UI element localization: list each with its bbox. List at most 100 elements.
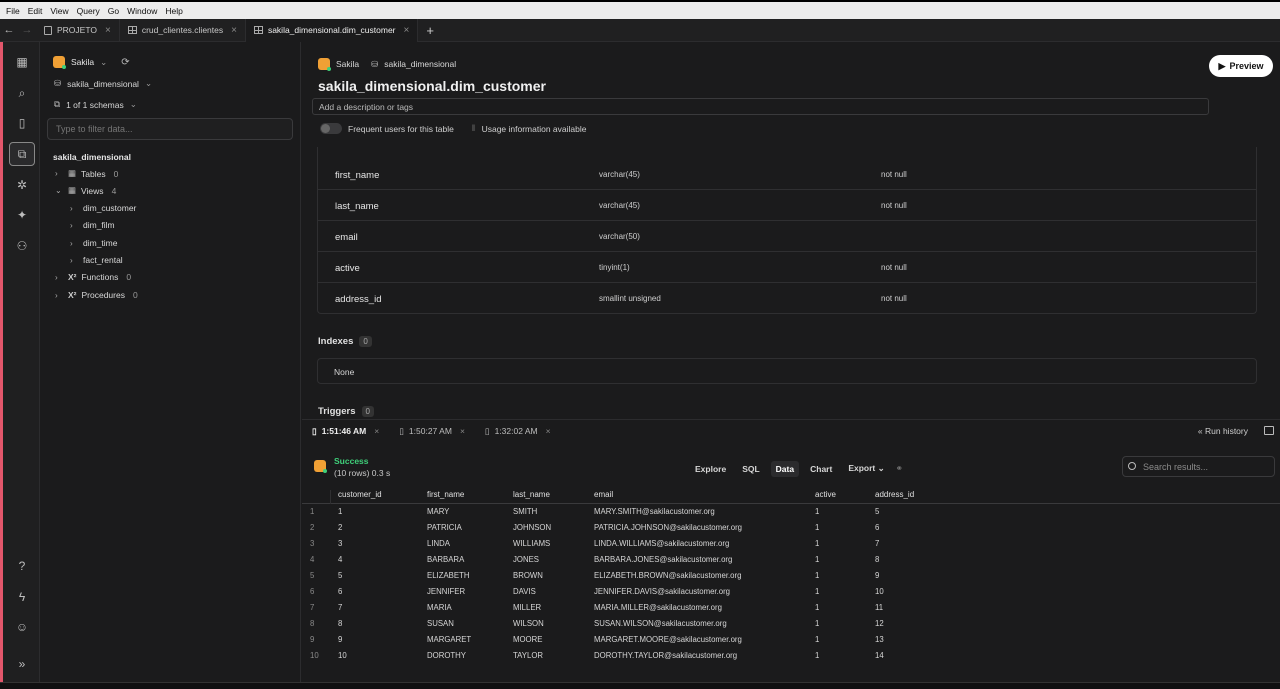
sparkle-ai-icon[interactable]: ✦ <box>9 203 35 227</box>
cell[interactable]: 8 <box>875 555 879 564</box>
cell[interactable]: 3 <box>338 539 342 548</box>
cell[interactable]: DOROTHY <box>427 651 466 660</box>
cell[interactable]: 5 <box>338 571 342 580</box>
add-user-icon[interactable]: ⚇ <box>9 234 35 258</box>
schema-tree-icon[interactable]: ⧉ <box>9 142 35 166</box>
grid-header-cell[interactable]: customer_id <box>338 490 382 499</box>
tab-chart[interactable]: Chart <box>805 461 837 477</box>
cell[interactable]: 1 <box>815 555 819 564</box>
table-row[interactable]: 1 1 MARY SMITH MARY.SMITH@sakilacustomer.org… <box>302 507 1280 523</box>
cell[interactable]: 9 <box>338 635 342 644</box>
integrations-icon[interactable]: ✲ <box>9 173 35 197</box>
close-icon[interactable]: × <box>374 426 379 436</box>
table-row[interactable]: 7 7 MARIA MILLER MARIA.MILLER@sakilacustomer… <box>302 603 1280 619</box>
breadcrumb-database[interactable]: sakila_dimensional <box>384 59 456 69</box>
connection-selector[interactable]: Sakila ⌄ ⟳ <box>53 56 130 69</box>
tree-views[interactable]: ⌄ ▦ Views 4 <box>55 185 116 196</box>
document-icon[interactable]: ▯ <box>9 111 35 135</box>
table-row[interactable]: 9 9 MARGARET MOORE MARGARET.MOORE@sakilacust… <box>302 635 1280 651</box>
avatar[interactable]: ☺ <box>9 615 35 639</box>
cell[interactable]: 7 <box>875 539 879 548</box>
description-field[interactable]: Add a description or tags <box>312 98 1209 115</box>
menu-file[interactable]: File <box>6 6 20 16</box>
cell[interactable]: LINDA.WILLIAMS@sakilacustomer.org <box>594 539 729 548</box>
export-dropdown[interactable]: Export ⌄ <box>843 460 889 477</box>
cell[interactable]: MOORE <box>513 635 542 644</box>
close-icon[interactable]: × <box>546 426 551 436</box>
menu-edit[interactable]: Edit <box>28 6 43 16</box>
cell[interactable]: 1 <box>815 651 819 660</box>
tree-view-dim-film[interactable]: › dim_film <box>70 220 115 230</box>
cell[interactable]: 10 <box>338 651 347 660</box>
menu-view[interactable]: View <box>50 6 68 16</box>
cell[interactable]: PATRICIA <box>427 523 462 532</box>
cell[interactable]: DAVIS <box>513 587 536 596</box>
tab-crud-clientes[interactable]: crud_clientes.clientes × <box>120 18 246 42</box>
tab-sql[interactable]: SQL <box>737 461 764 477</box>
cell[interactable]: SUSAN <box>427 619 454 628</box>
database-selector[interactable]: ⛁ sakila_dimensional ⌄ <box>54 78 152 89</box>
grid-header-cell[interactable]: active <box>815 490 836 499</box>
cell[interactable]: 1 <box>815 571 819 580</box>
menu-help[interactable]: Help <box>165 6 182 16</box>
cell[interactable]: JONES <box>513 555 539 564</box>
panel-toggle-icon[interactable] <box>1264 426 1274 435</box>
breadcrumb-connection[interactable]: Sakila <box>336 59 359 69</box>
table-row[interactable]: 3 3 LINDA WILLIAMS LINDA.WILLIAMS@sakilacust… <box>302 539 1280 555</box>
lightning-icon[interactable]: ϟ <box>9 585 35 609</box>
tab-dim-customer[interactable]: sakila_dimensional.dim_customer × <box>245 18 419 42</box>
cell[interactable]: 7 <box>338 603 342 612</box>
cell[interactable]: 10 <box>875 587 884 596</box>
table-row[interactable]: 10 10 DOROTHY TAYLOR DOROTHY.TAYLOR@sakilacu… <box>302 651 1280 667</box>
close-icon[interactable]: × <box>404 25 410 36</box>
tree-view-fact-rental[interactable]: › fact_rental <box>70 255 123 265</box>
cell[interactable]: 2 <box>338 523 342 532</box>
cell[interactable]: MARIA <box>427 603 452 612</box>
result-tab-2[interactable]: ▯ 1:50:27 AM × <box>389 420 475 442</box>
cell[interactable]: MARGARET.MOORE@sakilacustomer.org <box>594 635 742 644</box>
cell[interactable]: 6 <box>338 587 342 596</box>
cell[interactable]: 13 <box>875 635 884 644</box>
new-tab-plus-icon[interactable]: + <box>426 23 434 38</box>
grid-header-cell[interactable]: address_id <box>875 490 914 499</box>
cell[interactable]: 1 <box>815 635 819 644</box>
menu-window[interactable]: Window <box>127 6 157 16</box>
table-row[interactable]: 4 4 BARBARA JONES BARBARA.JONES@sakilacustom… <box>302 555 1280 571</box>
cell[interactable]: LINDA <box>427 539 450 548</box>
cell[interactable]: 1 <box>815 523 819 532</box>
grid-header-cell[interactable]: email <box>594 490 613 499</box>
cell[interactable]: ELIZABETH <box>427 571 469 580</box>
cell[interactable]: DOROTHY.TAYLOR@sakilacustomer.org <box>594 651 737 660</box>
cell[interactable]: WILLIAMS <box>513 539 550 548</box>
grid-header-cell[interactable]: last_name <box>513 490 550 499</box>
cell[interactable]: WILSON <box>513 619 544 628</box>
cell[interactable]: JENNIFER <box>427 587 465 596</box>
cell[interactable]: BARBARA.JONES@sakilacustomer.org <box>594 555 732 564</box>
cell[interactable]: TAYLOR <box>513 651 543 660</box>
close-icon[interactable]: × <box>231 25 237 36</box>
tab-explore[interactable]: Explore <box>690 461 731 477</box>
preview-button[interactable]: ▶ Preview <box>1209 55 1273 77</box>
cell[interactable]: MARIA.MILLER@sakilacustomer.org <box>594 603 722 612</box>
tab-projeto[interactable]: PROJETO × <box>36 18 120 42</box>
grid-header-cell[interactable]: first_name <box>427 490 464 499</box>
frequent-users-toggle[interactable] <box>320 123 342 134</box>
cell[interactable]: 1 <box>338 507 342 516</box>
cell[interactable]: 8 <box>338 619 342 628</box>
forward-arrow-icon[interactable]: → <box>18 24 36 36</box>
cell[interactable]: SUSAN.WILSON@sakilacustomer.org <box>594 619 727 628</box>
tree-view-dim-customer[interactable]: › dim_customer <box>70 203 136 213</box>
cell[interactable]: JENNIFER.DAVIS@sakilacustomer.org <box>594 587 730 596</box>
tab-data[interactable]: Data <box>770 460 800 477</box>
cell[interactable]: 12 <box>875 619 884 628</box>
cell[interactable]: 1 <box>815 619 819 628</box>
table-row[interactable]: 6 6 JENNIFER DAVIS JENNIFER.DAVIS@sakilacust… <box>302 587 1280 603</box>
tree-view-dim-time[interactable]: › dim_time <box>70 238 117 248</box>
schema-selector[interactable]: ⧉ 1 of 1 schemas ⌄ <box>54 99 137 110</box>
close-icon[interactable]: × <box>105 25 111 36</box>
cell[interactable]: 14 <box>875 651 884 660</box>
tree-tables[interactable]: › ▦ Tables 0 <box>55 168 118 179</box>
cell[interactable]: 9 <box>875 571 879 580</box>
run-history-button[interactable]: « Run history <box>1198 426 1248 436</box>
help-icon[interactable]: ? <box>9 554 35 578</box>
